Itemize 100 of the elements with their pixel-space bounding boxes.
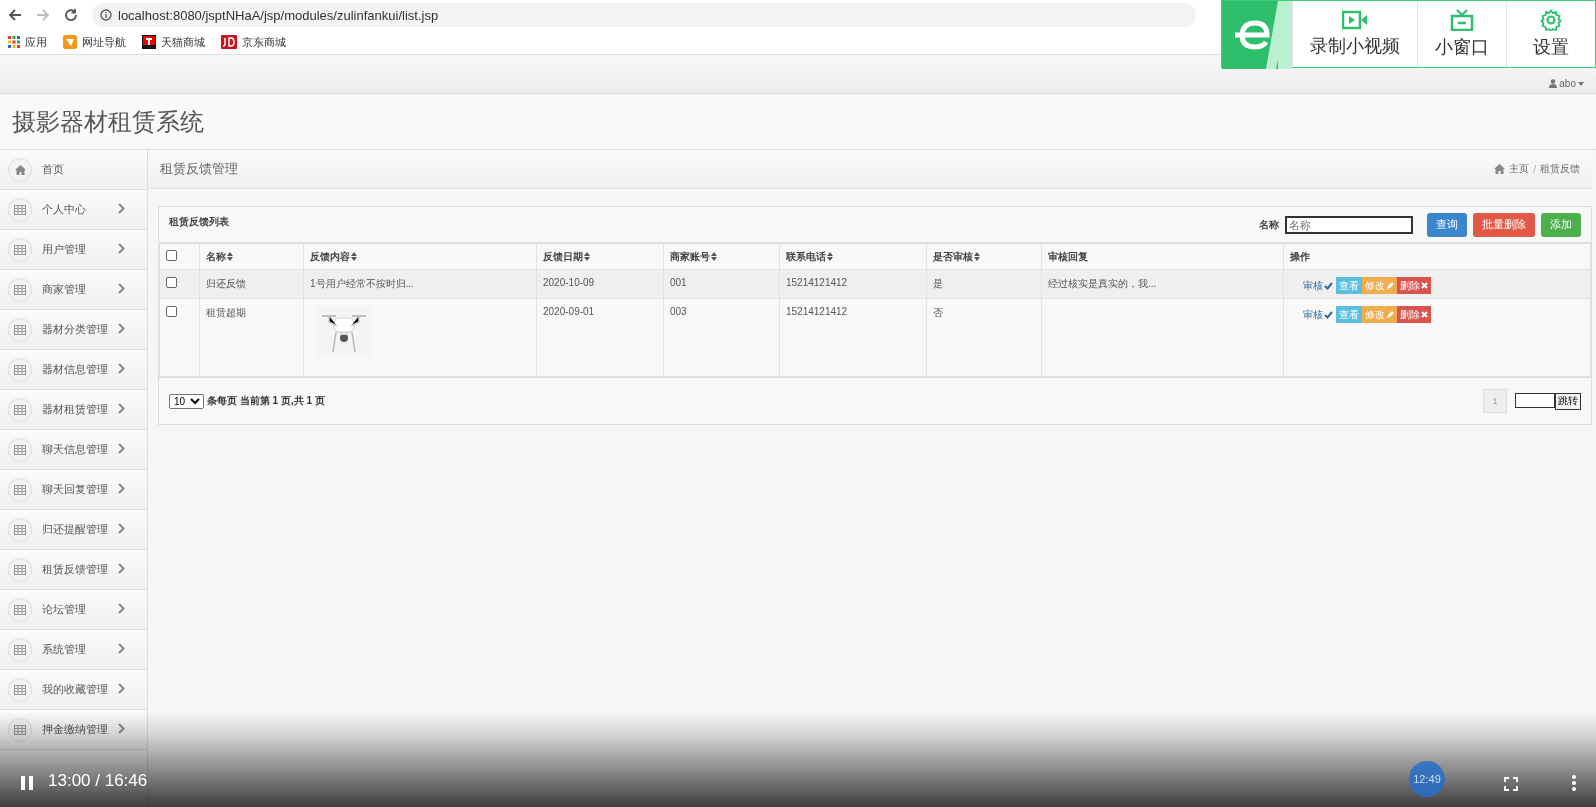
table-cell: 是 [933,278,943,289]
pencil-icon [1386,310,1394,319]
grid-icon [14,724,26,735]
sidebar-item[interactable]: 租赁反馈管理 [0,550,147,590]
grid-icon [14,284,26,295]
checkbox[interactable] [166,277,177,288]
sidebar-item[interactable]: 聊天回复管理 [0,470,147,510]
sidebar-item[interactable]: 聊天信息管理 [0,430,147,470]
search-field[interactable]: 名称 [1285,215,1413,234]
pause-icon[interactable] [20,775,34,791]
delete-button[interactable]: 删除 [1397,306,1431,323]
table-cell: 2020-09-01 [543,306,595,317]
bookmark-logo-icon [221,35,237,49]
chevron-right-icon [118,403,125,414]
breadcrumb-link[interactable]: 主页 [1509,162,1530,176]
chevron-right-icon [118,203,125,214]
sort-icon [351,252,357,262]
column-header[interactable]: 联系电话 [779,243,927,270]
grid-icon [14,604,26,615]
table-cell: 租赁超期 [206,307,246,318]
pencil-icon [1386,281,1394,290]
info-icon [100,9,112,21]
checkbox[interactable] [166,250,177,261]
grid-icon [14,564,26,575]
sidebar-item[interactable]: 器材信息管理 [0,350,147,390]
more-icon[interactable] [1572,775,1576,791]
bookmark[interactable]: 京东商城 [221,34,286,50]
delete-button[interactable]: 批量删除 [1473,212,1535,237]
sort-icon [227,252,233,262]
sidebar-item[interactable]: 系统管理 [0,630,147,670]
search-button[interactable]: 查询 [1427,212,1467,237]
jump-button[interactable]: 跳转 [1555,392,1581,410]
chevron-right-icon [118,443,125,454]
column-header[interactable]: 是否审核 [926,243,1042,270]
sidebar-item[interactable]: 个人中心 [0,190,147,230]
chevron-right-icon [118,243,125,254]
table-cell: 2020-10-09 [543,277,595,288]
reload-icon[interactable] [64,8,78,22]
chevron-right-icon [118,563,125,574]
chevron-right-icon [118,603,125,614]
video-time: 13:00 / 16:46 [48,771,149,791]
column-header: 操作 [1283,243,1591,270]
sidebar-item[interactable]: 论坛管理 [0,590,147,630]
back-icon[interactable] [8,8,22,22]
breadcrumb-separator: / [1533,163,1536,175]
column-header[interactable]: 反馈日期 [536,243,664,270]
home-icon [1494,164,1506,174]
breadcrumb-current: 租赁反馈 [1540,162,1580,176]
page-title: 租赁反馈管理 [160,160,238,178]
page-size-select[interactable]: 10 [169,393,204,409]
sidebar-item[interactable]: 押金缴纳管理 [0,710,147,750]
sidebar-item[interactable]: 我的收藏管理 [0,670,147,710]
settings-icon [1539,9,1562,31]
grid-icon [14,364,26,375]
table-cell: 归还反馈 [206,278,246,289]
table-cell: 1号用户经常不按时归... [310,278,414,289]
video-icon [1341,10,1368,30]
sidebar-item[interactable]: 归还提醒管理 [0,510,147,550]
check-icon [1324,281,1333,290]
column-header[interactable]: 名称 [199,243,304,270]
chevron-right-icon [118,523,125,534]
user-icon [1549,79,1558,88]
sidebar-item[interactable]: 用户管理 [0,230,147,270]
grid-icon [14,404,26,415]
sort-icon [974,252,980,262]
page-input[interactable] [1515,392,1555,408]
sidebar-item[interactable]: 器材分类管理 [0,310,147,350]
sidebar-item[interactable]: 器材租赁管理 [0,390,147,430]
chevron-right-icon [118,723,125,734]
checkbox[interactable] [166,306,177,317]
caret-icon [1578,81,1584,86]
arrow-bookmark-icon [63,35,77,49]
fullscreen-icon[interactable] [1504,777,1518,791]
bookmark[interactable]: 天猫商城 [142,34,205,50]
review-link[interactable]: 审核 [1300,306,1336,323]
table-cell: 001 [670,277,687,288]
grid-icon [14,204,26,215]
bookmark[interactable]: 应用 [8,34,47,50]
address-bar[interactable]: localhost:8080/jsptNHaA/jsp/modules/zulinfankui/list.jsp [92,3,1196,27]
column-header[interactable]: 反馈内容 [303,243,537,270]
column-header[interactable]: 商家账号 [663,243,780,270]
grid-icon [14,244,26,255]
chevron-right-icon [118,283,125,294]
sort-icon [711,252,717,262]
app-title: 摄影器材租赁系统 [12,106,204,137]
panel-title: 租赁反馈列表 [169,215,229,229]
delete-button[interactable]: 删除 [1397,277,1431,294]
bookmark[interactable]: 网址导航 [63,34,126,50]
sidebar-item[interactable]: 商家管理 [0,270,147,310]
home-icon [14,164,26,175]
sidebar-item[interactable]: 首页 [0,150,147,190]
grid-icon [14,644,26,655]
grid-icon [14,524,26,535]
close-icon [1421,311,1428,318]
chevron-right-icon [118,643,125,654]
table-cell: 15214121412 [786,277,848,288]
time-badge: 12:49 [1409,761,1445,797]
review-link[interactable]: 审核 [1300,277,1336,294]
user-menu[interactable]: abo [1549,78,1584,89]
search-label: 名称 [1259,217,1279,232]
